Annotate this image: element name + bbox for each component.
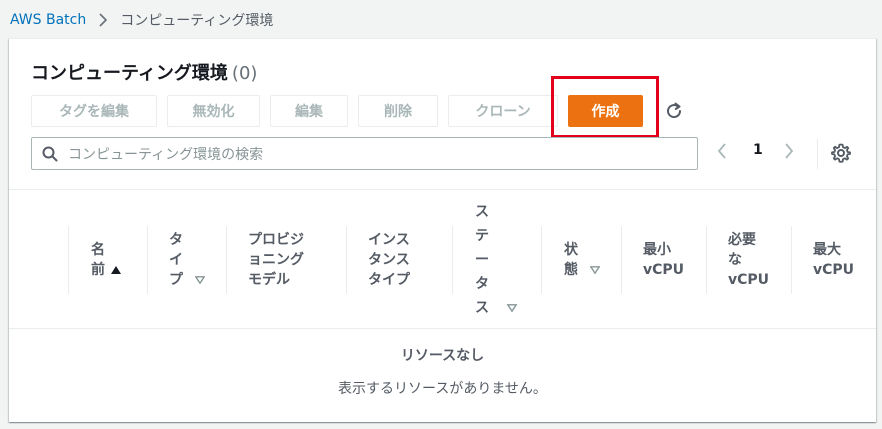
column-header-label: モデル [248, 272, 290, 288]
column-header-label: な [728, 252, 742, 268]
caret-up-icon [111, 266, 121, 274]
column-header-label: テ [475, 228, 489, 244]
divider [817, 139, 818, 169]
column-header-label: 最小 [643, 242, 671, 258]
refresh-icon[interactable] [663, 100, 685, 122]
column-separator [621, 226, 622, 294]
page-title-text: コンピューティング環境 [31, 63, 228, 84]
column-separator [68, 226, 69, 294]
column-header-state[interactable]: 状 態 [564, 190, 600, 330]
search-field[interactable]: コンピューティング環境の検索 [31, 137, 698, 170]
next-page-button[interactable] [783, 142, 795, 160]
column-header-label: 最大 [813, 242, 841, 258]
column-header-label: ス [475, 300, 489, 316]
caret-down-icon [590, 266, 600, 274]
clone-button[interactable]: クローン [448, 95, 558, 127]
breadcrumb-current: コンピューティング環境 [120, 13, 274, 29]
column-header-provisioning-model[interactable]: プロビジ ョニング モデル [248, 190, 304, 330]
breadcrumb: AWS Batch コンピューティング環境 [10, 10, 273, 30]
disable-button[interactable]: 無効化 [167, 95, 260, 127]
column-header-label: vCPU [728, 272, 770, 288]
page-title: コンピューティング環境 (0) [31, 59, 257, 85]
column-header-label: タ [475, 276, 489, 292]
column-header-label: vCPU [643, 262, 685, 278]
breadcrumb-aws-batch-link[interactable]: AWS Batch [10, 12, 86, 28]
column-separator [226, 226, 227, 294]
column-header-label: 状 [564, 242, 578, 258]
column-separator [147, 226, 148, 294]
column-header-max-vcpu[interactable]: 最大 vCPU [813, 190, 854, 330]
column-header-min-vcpu[interactable]: 最小 vCPU [643, 190, 684, 330]
empty-state-title: リソースなし [400, 348, 485, 364]
previous-page-button[interactable] [716, 142, 728, 160]
delete-button[interactable]: 削除 [358, 95, 438, 127]
column-separator [706, 226, 707, 294]
column-header-label: 名 [91, 242, 105, 258]
search-icon [32, 146, 68, 162]
column-header-label: タンス [368, 252, 410, 268]
column-header-label: ス [475, 204, 489, 220]
column-header-desired-vcpu[interactable]: 必要 な vCPU [728, 190, 769, 330]
column-header-label: ー [475, 252, 489, 268]
column-header-label: イ [169, 252, 183, 268]
gear-icon[interactable] [831, 143, 851, 167]
search-input[interactable]: コンピューティング環境の検索 [68, 144, 263, 164]
column-header-name[interactable]: 名 前 [91, 190, 121, 330]
table-header: 名 前 タ イ プ プロビジ ョニング モデル インス タンス タイプ ス テ … [9, 189, 876, 329]
column-header-label: タイプ [368, 272, 410, 288]
column-separator [791, 226, 792, 294]
chevron-right-icon [98, 13, 108, 27]
column-header-label: インス [368, 232, 410, 248]
column-header-label: 態 [564, 262, 578, 278]
column-header-label: vCPU [813, 262, 855, 278]
empty-state-description: 表示するリソースがありません。 [338, 381, 547, 397]
edit-button[interactable]: 編集 [270, 95, 348, 127]
resource-count: (0) [231, 63, 258, 84]
caret-down-icon [507, 304, 517, 312]
column-header-instance-type[interactable]: インス タンス タイプ [368, 190, 410, 330]
column-separator [541, 226, 542, 294]
column-separator [346, 226, 347, 294]
column-header-label: プロビジ [248, 232, 304, 248]
compute-environments-panel: コンピューティング環境 (0) タグを編集 無効化 編集 削除 クローン 作成 コ… [9, 38, 876, 422]
create-button-highlight [551, 76, 659, 138]
column-header-label: プ [169, 272, 183, 288]
column-header-label: 必要 [728, 232, 756, 248]
page-number-button[interactable]: 1 [753, 142, 763, 158]
edit-tags-button[interactable]: タグを編集 [31, 95, 157, 127]
column-separator [452, 226, 453, 294]
column-header-label: タ [169, 232, 183, 248]
column-header-type[interactable]: タ イ プ [169, 190, 205, 330]
column-header-label: 前 [91, 262, 105, 278]
caret-down-icon [195, 276, 205, 284]
column-header-status[interactable]: ス テ ー タ ス [475, 190, 517, 330]
column-header-label: ョニング [248, 252, 304, 268]
